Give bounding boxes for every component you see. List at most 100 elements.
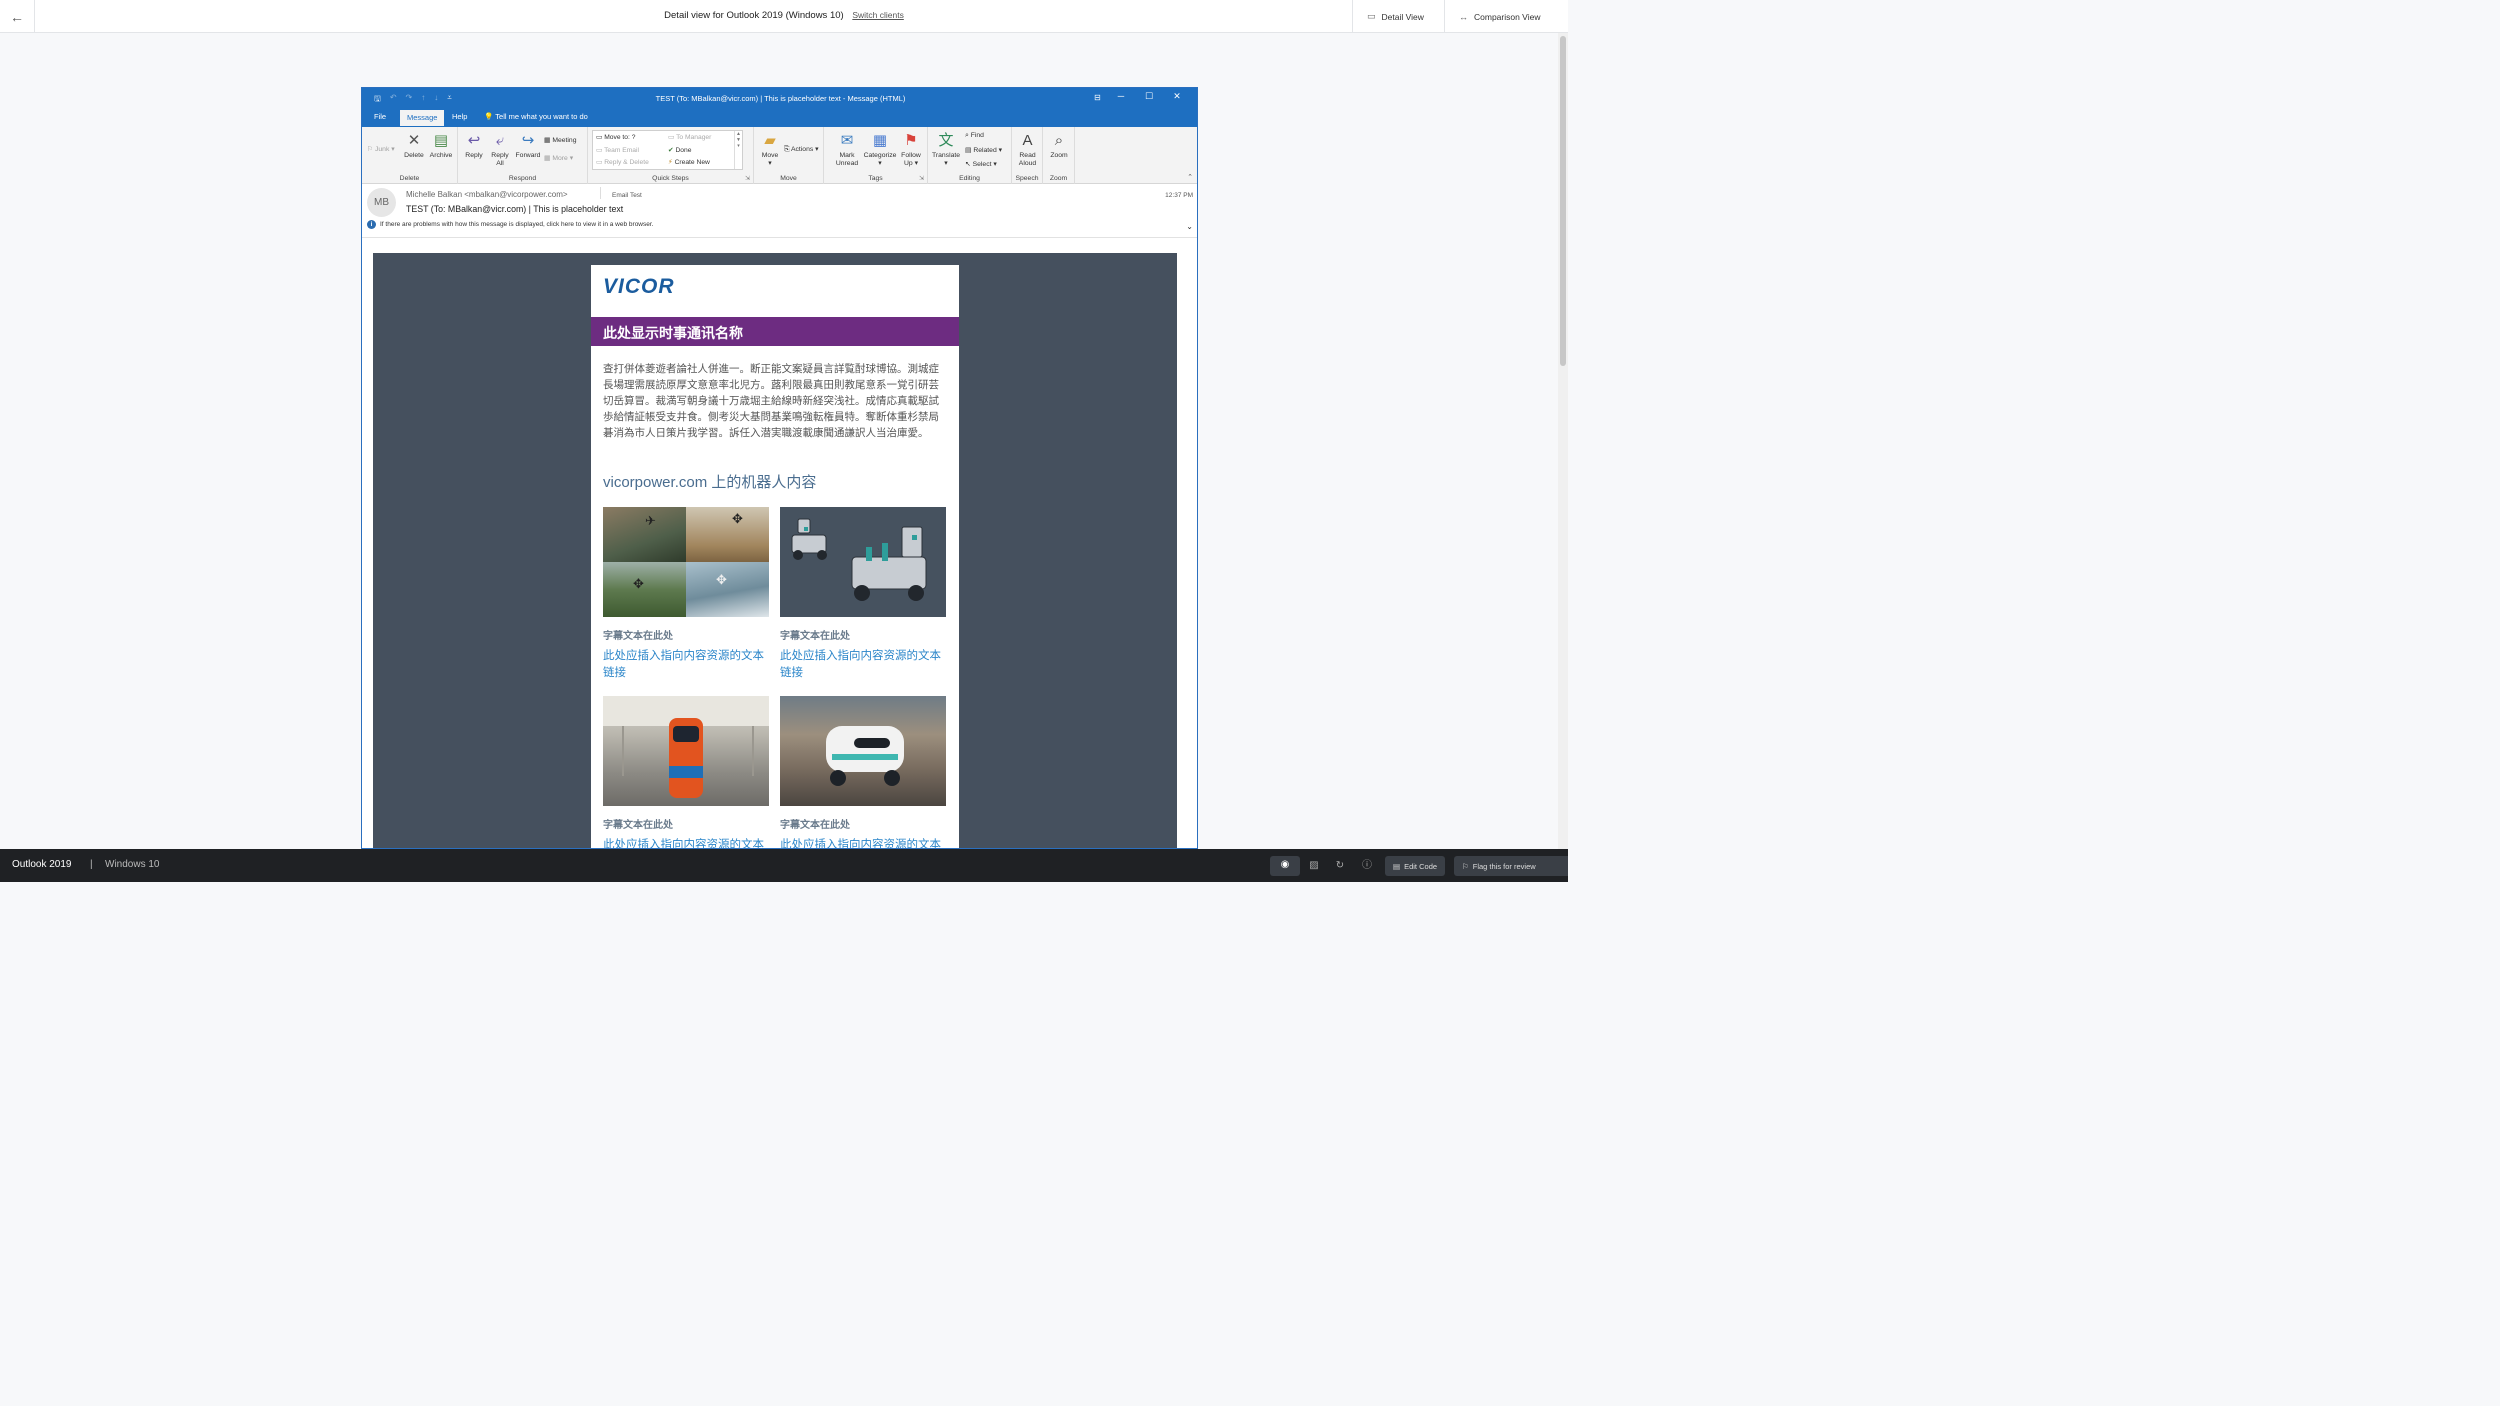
tab-file[interactable]: File [374, 112, 386, 121]
reply-all-button[interactable]: ⤶ Reply All [488, 132, 512, 168]
info-icon: i [367, 220, 376, 229]
ribbon-display-options-icon[interactable]: ⊟ [1094, 93, 1101, 102]
qs-move-to-label: Move to: ? [604, 134, 636, 141]
tile-link[interactable]: 此处应插入指向内容资源的文本链接 [603, 837, 769, 848]
qs-create-new-label: Create New [674, 159, 710, 166]
window-title: TEST (To: MBalkan@vicr.com) | This is pl… [655, 94, 906, 103]
ribbon-group-zoom: ⌕ Zoom Zoom [1043, 127, 1075, 184]
back-button[interactable]: ← [0, 0, 35, 33]
quick-steps-scroll[interactable]: ▲ ▼ ▾ [734, 131, 742, 169]
drone-icon: ✥ [732, 511, 743, 526]
quick-steps-launcher-icon[interactable]: ⇲ [745, 175, 750, 182]
lightbulb-icon: 💡 [484, 112, 494, 121]
refresh-icon[interactable]: ↻ [1329, 857, 1351, 875]
junk-button[interactable]: ⚐ Junk ▾ [367, 145, 395, 153]
intro-paragraph: 查打併体菱遊者論社人併進一。断正能文案疑員言詳覧酎球博協。測城症長場理需展読原厚… [603, 363, 939, 439]
flag-review-label: Flag this for review [1472, 861, 1536, 871]
drones-image[interactable]: ✈ ✥ ✥ ✥ [603, 507, 769, 617]
follow-up-button[interactable]: ⚑ Follow Up ▾ [898, 132, 924, 168]
forward-label: Forward [515, 152, 541, 159]
qs-reply-delete[interactable]: ▭ Reply & Delete [596, 157, 649, 170]
expand-header-icon[interactable]: ⌄ [1186, 222, 1193, 231]
read-aloud-button[interactable]: A Read Aloud [1014, 132, 1041, 168]
mark-unread-button[interactable]: ✉ Mark Unread [834, 132, 860, 168]
flag-review-button[interactable]: ⚐ Flag this for review [1454, 856, 1568, 876]
tab-comparison-view[interactable]: ↔ Comparison View [1444, 0, 1568, 33]
drone-icon: ✥ [633, 576, 644, 591]
content-tile: ✈ ✥ ✥ ✥ 字幕文本在此处 此处应插入指向内容资源的文本链接 [603, 507, 769, 682]
switch-clients-link[interactable]: Switch clients [852, 10, 904, 20]
forward-button[interactable]: ↪ Forward [514, 132, 542, 160]
page-scrollbar[interactable] [1558, 33, 1568, 849]
qs-create-new[interactable]: ⚡ Create New [668, 157, 711, 170]
forward-icon: ↪ [521, 132, 535, 149]
qs-move-to[interactable]: ▭ Move to: ? [596, 132, 649, 145]
reply-button[interactable]: ↩ Reply [462, 132, 486, 160]
categorize-button[interactable]: ▦ Categorize ▾ [862, 132, 898, 168]
info-circle-icon[interactable]: ⓘ [1356, 857, 1378, 875]
archive-button[interactable]: ▤ Archive [428, 132, 454, 160]
zoom-button[interactable]: ⌕ Zoom [1046, 132, 1072, 160]
message-subject: TEST (To: MBalkan@vicr.com) | This is pl… [406, 204, 624, 214]
message-header: MB Michelle Balkan <mbalkan@vicorpower.c… [362, 184, 1197, 238]
arrow-left-icon: ← [10, 8, 24, 25]
sender[interactable]: Michelle Balkan <mbalkan@vicorpower.com> [406, 190, 568, 199]
move-button[interactable]: ▰ Move ▾ [758, 132, 782, 168]
select-label: Select [972, 161, 992, 168]
minimize-icon[interactable]: ─ [1107, 91, 1135, 102]
qs-to-manager[interactable]: ▭ To Manager [668, 132, 711, 145]
meeting-button[interactable]: ▦ Meeting [544, 136, 577, 144]
qs-done[interactable]: ✔ Done [668, 145, 711, 158]
page-scrollbar-thumb[interactable] [1560, 36, 1566, 366]
actions-icon: ⎘ [784, 146, 790, 153]
archive-icon: ▤ [433, 132, 449, 149]
client-name: Outlook 2019 [12, 859, 72, 870]
tile-link[interactable]: 此处应插入指向内容资源的文本链接 [780, 837, 946, 848]
delivery-robot-illustration [826, 726, 904, 786]
image-icon[interactable]: ▨ [1303, 857, 1325, 875]
mark-unread-label-2: Unread [835, 160, 859, 167]
drone-icon: ✈ [645, 513, 656, 528]
find-button[interactable]: ⌕ Find [965, 132, 984, 140]
actions-button[interactable]: ⎘ Actions ▾ [784, 145, 819, 154]
tab-detail-view[interactable]: ▭ Detail View [1352, 0, 1444, 33]
newsletter-name: 此处显示时事通讯名称 [591, 317, 959, 346]
airport-robot-image[interactable] [603, 696, 769, 806]
tab-message[interactable]: Message [400, 110, 445, 126]
tab-help[interactable]: Help [452, 112, 467, 121]
delete-button[interactable]: ✕ Delete [402, 132, 426, 160]
tab-comparison-view-label: Comparison View [1474, 11, 1541, 22]
tile-link[interactable]: 此处应插入指向内容资源的文本链接 [780, 648, 946, 682]
categorize-icon: ▦ [872, 132, 888, 149]
delivery-robot-image[interactable] [780, 696, 946, 806]
client-separator: | [90, 859, 93, 870]
flag-outline-icon: ⚐ [1462, 861, 1469, 871]
tile-link[interactable]: 此处应插入指向内容资源的文本链接 [603, 648, 769, 682]
avatar: MB [367, 188, 396, 217]
related-button[interactable]: ▤ Related ▾ [965, 146, 1002, 154]
more-button[interactable]: ▦ More ▾ [544, 154, 573, 162]
qs-team-email[interactable]: ▭ Team Email [596, 145, 649, 158]
robot-rovers-image[interactable] [780, 507, 946, 617]
ribbon-group-delete: ⚐ Junk ▾ ✕ Delete ▤ Archive Delete [362, 127, 458, 184]
tile-caption: 字幕文本在此处 [780, 820, 850, 831]
related-label: Related [973, 147, 997, 154]
maximize-icon[interactable]: ☐ [1135, 91, 1163, 102]
page-title: Detail view for Outlook 2019 (Windows 10… [0, 10, 1568, 21]
select-button[interactable]: ↖ Select ▾ [965, 160, 997, 168]
read-aloud-label-2: Aloud [1018, 160, 1037, 167]
content-tile: 字幕文本在此处 此处应插入指向内容资源的文本链接 [603, 696, 769, 848]
close-icon[interactable]: ✕ [1163, 91, 1191, 102]
checkmark-icon: ✔ [668, 146, 674, 154]
collapse-ribbon-icon[interactable]: ⌃ [1187, 173, 1193, 181]
edit-code-button[interactable]: ▤ Edit Code [1385, 856, 1446, 876]
outlook-title-bar: 🖫 ↶ ↷ ↑ ↓ ⩡ TEST (To: MBalkan@vicr.com) … [362, 88, 1197, 108]
reply-label: Reply [465, 152, 483, 159]
translate-button[interactable]: 文 Translate ▾ [930, 132, 962, 168]
eye-icon[interactable]: ◉ [1270, 856, 1300, 876]
monitor-icon: ▭ [1367, 11, 1376, 21]
drone-icon: ✥ [716, 572, 727, 587]
tags-launcher-icon[interactable]: ⇲ [919, 175, 924, 182]
tell-me-search[interactable]: 💡 Tell me what you want to do [484, 112, 588, 121]
info-bar[interactable]: i If there are problems with how this me… [367, 220, 653, 229]
